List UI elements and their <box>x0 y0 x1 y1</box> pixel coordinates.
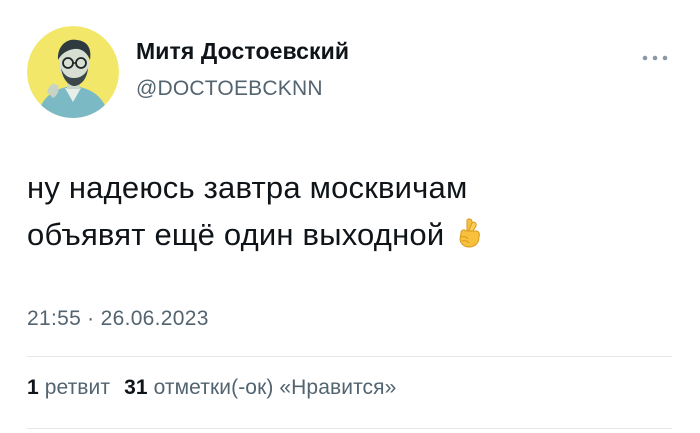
tweet-card: Митя Достоевский @DOCTOEBCKNN ну надеюсь… <box>0 0 700 433</box>
crossed-fingers-icon <box>454 215 484 248</box>
tweet-timestamp[interactable]: 21:55 · 26.06.2023 <box>27 307 209 331</box>
tweet-stats: 1 ретвит 31 отметки(-ок) «Нравится» <box>27 376 410 400</box>
tweet-text-line-1: ну надеюсь завтра москвичам <box>27 170 468 205</box>
tweet-text: ну надеюсь завтра москвичам объявят ещё … <box>27 164 667 258</box>
retweets-stat[interactable]: 1 ретвит <box>27 376 110 399</box>
likes-label: отметки(-ок) «Нравится» <box>153 376 397 399</box>
retweets-count: 1 <box>27 376 39 399</box>
retweets-label: ретвит <box>44 376 111 399</box>
tweet-text-line-2: объявят ещё один выходной <box>27 211 667 258</box>
likes-stat[interactable]: 31 отметки(-ок) «Нравится» <box>124 376 396 399</box>
tweet-text-line-2-text: объявят ещё один выходной <box>27 217 445 252</box>
avatar[interactable] <box>27 26 119 118</box>
divider <box>27 428 672 429</box>
author-handle[interactable]: @DOCTOEBCKNN <box>136 77 323 101</box>
likes-count: 31 <box>124 376 148 399</box>
more-options-icon[interactable] <box>641 50 669 61</box>
avatar-portrait-icon <box>27 26 119 118</box>
author-name[interactable]: Митя Достоевский <box>136 38 349 65</box>
divider <box>27 356 672 357</box>
